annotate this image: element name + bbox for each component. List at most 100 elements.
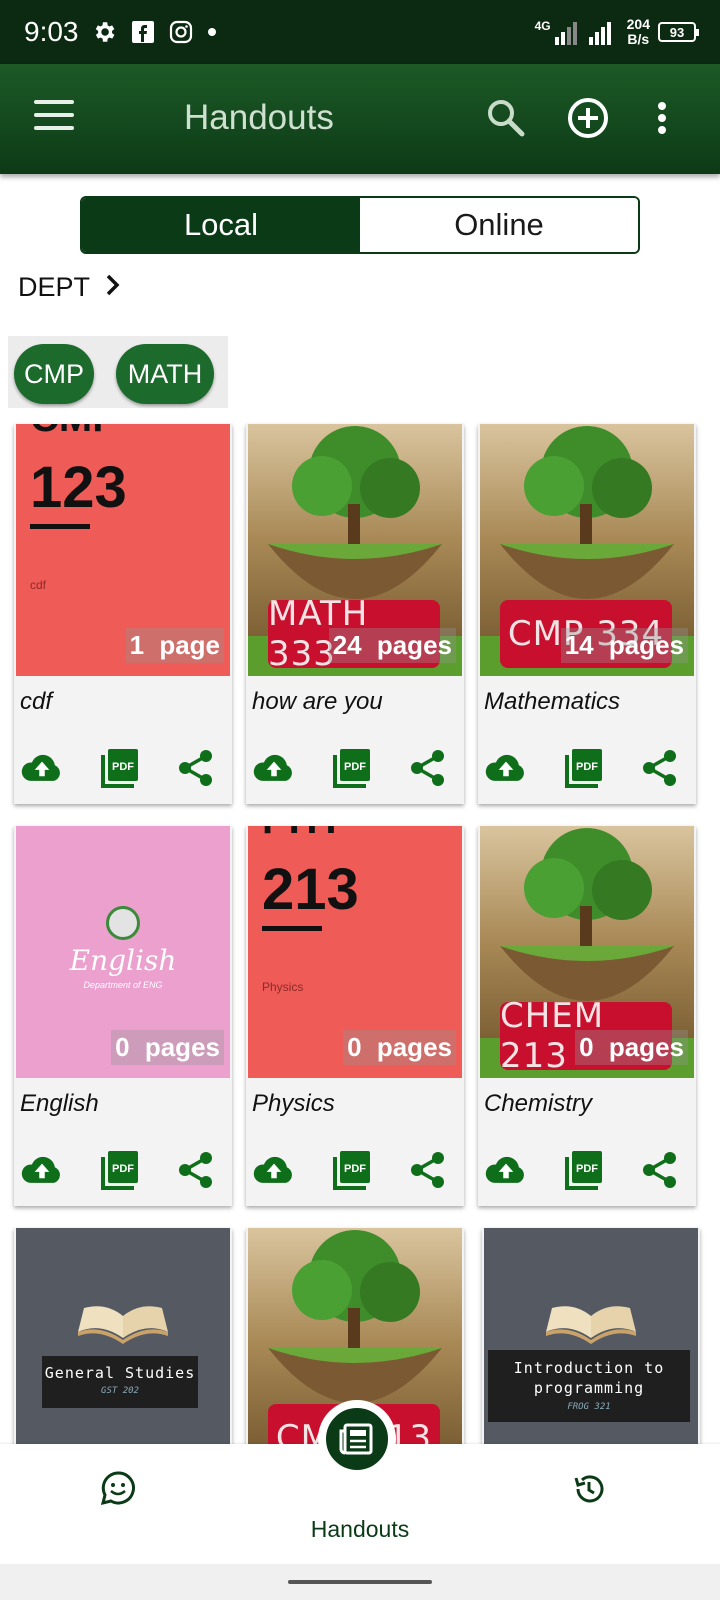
cover-title: General Studies: [44, 1364, 196, 1382]
nav-handouts-fab[interactable]: [318, 1400, 396, 1478]
chip-cmp[interactable]: CMP: [14, 344, 94, 404]
pdf-icon[interactable]: PDF: [330, 746, 374, 790]
network-speed: 204 B/s: [627, 17, 650, 47]
cloud-upload-icon[interactable]: [20, 1148, 64, 1192]
card-title: Mathematics: [484, 688, 621, 715]
pdf-icon[interactable]: PDF: [562, 746, 606, 790]
page-count: 0 pages: [343, 1030, 456, 1065]
card-title: Physics: [252, 1090, 335, 1117]
card-actions: PDF: [246, 746, 464, 790]
card-actions: PDF: [14, 746, 232, 790]
handout-card[interactable]: PHY 213 Physics 0 pages Physics PDF: [246, 826, 464, 1206]
department-seal-icon: [106, 906, 140, 940]
card-title: Chemistry: [484, 1090, 593, 1117]
cover-title-band: Introduction to programming FROG 321: [488, 1350, 690, 1422]
home-gesture-handle[interactable]: [288, 1580, 432, 1584]
cover-name: English: [69, 944, 177, 977]
nav-history[interactable]: [572, 1472, 606, 1506]
facebook-icon: [131, 20, 155, 44]
chevron-right-icon: [104, 272, 122, 303]
pdf-icon[interactable]: PDF: [330, 1148, 374, 1192]
tab-local[interactable]: Local: [82, 198, 360, 252]
pdf-icon[interactable]: PDF: [98, 1148, 142, 1192]
card-title: how are you: [252, 688, 383, 715]
cover-code: 123: [30, 455, 127, 520]
page-count-number: 14: [564, 630, 594, 660]
cover-image: English Department of ENG 0 pages: [16, 826, 230, 1078]
open-book-icon: [546, 1306, 636, 1344]
share-icon[interactable]: [406, 746, 450, 790]
app-title: Handouts: [184, 98, 334, 137]
gesture-bar: [0, 1564, 720, 1600]
cloud-upload-icon[interactable]: [484, 746, 528, 790]
svg-text:PDF: PDF: [576, 761, 598, 773]
nav-chat[interactable]: [100, 1470, 136, 1506]
cover-course-code: FROG 321: [567, 1402, 611, 1412]
cloud-upload-icon[interactable]: [484, 1148, 528, 1192]
cover-image: CMP 334 14 pages: [480, 424, 694, 676]
status-right: 4G 204 B/s 93: [534, 17, 699, 47]
page-count: 0 pages: [575, 1030, 688, 1065]
cover-image: PHY 213 Physics 0 pages: [248, 826, 462, 1078]
page-count: 24 pages: [328, 628, 456, 663]
share-icon[interactable]: [406, 1148, 450, 1192]
share-icon[interactable]: [174, 746, 218, 790]
share-icon[interactable]: [174, 1148, 218, 1192]
cloud-upload-icon[interactable]: [20, 746, 64, 790]
page-count-unit: page: [159, 630, 220, 660]
add-circle-icon[interactable]: [566, 96, 610, 140]
handout-card[interactable]: CMP 334 14 pages Mathematics PDF: [478, 424, 696, 804]
notification-dot-icon: [207, 27, 217, 37]
screen: 9:03 4G 204 B/s 93 Handouts Local Online…: [0, 0, 720, 1600]
menu-icon[interactable]: [34, 100, 74, 136]
app-bar: Handouts: [0, 64, 720, 174]
nav-handouts-label[interactable]: Handouts: [300, 1516, 420, 1543]
page-count-unit: pages: [608, 630, 684, 660]
svg-text:PDF: PDF: [344, 1163, 366, 1175]
cover-code-top: PHY: [262, 826, 344, 843]
battery-icon: 93: [658, 22, 699, 42]
card-actions: PDF: [246, 1148, 464, 1192]
cloud-upload-icon[interactable]: [252, 1148, 296, 1192]
handout-card[interactable]: CHEM 213 0 pages Chemistry PDF: [478, 826, 696, 1206]
cover-title: Introduction to programming: [513, 1359, 665, 1397]
share-icon[interactable]: [638, 746, 682, 790]
network-type: 4G: [534, 19, 551, 33]
more-vert-icon[interactable]: [652, 98, 672, 142]
search-icon[interactable]: [484, 96, 528, 140]
newspaper-icon: [339, 1423, 373, 1455]
cover-underline: [262, 926, 322, 931]
history-icon: [574, 1475, 604, 1503]
source-toggle: Local Online: [80, 196, 640, 254]
cover-underline: [30, 524, 90, 529]
tab-online[interactable]: Online: [360, 198, 638, 252]
chat-smile-icon: [100, 1471, 135, 1506]
handout-card[interactable]: MATH 333 24 pages how are you PDF: [246, 424, 464, 804]
cover-subtitle: cdf: [30, 578, 47, 592]
cloud-upload-icon[interactable]: [252, 746, 296, 790]
card-title: cdf: [20, 688, 53, 715]
net-speed-value: 204: [626, 16, 650, 32]
cover-image: MATH 333 24 pages: [248, 424, 462, 676]
card-actions: PDF: [478, 1148, 696, 1192]
instagram-icon: [169, 20, 193, 44]
svg-text:PDF: PDF: [576, 1163, 598, 1175]
svg-text:PDF: PDF: [112, 1163, 134, 1175]
page-count: 1 page: [125, 628, 224, 663]
page-count-unit: pages: [376, 630, 452, 660]
cover-subtitle: Department of ENG: [83, 980, 163, 990]
dept-breadcrumb[interactable]: DEPT: [18, 272, 122, 303]
page-count: 14 pages: [560, 628, 688, 663]
handout-card[interactable]: English Department of ENG 0 pages Englis…: [14, 826, 232, 1206]
pdf-icon[interactable]: PDF: [562, 1148, 606, 1192]
svg-text:PDF: PDF: [344, 761, 366, 773]
share-icon[interactable]: [638, 1148, 682, 1192]
dept-label: DEPT: [18, 272, 91, 302]
page-count-unit: pages: [376, 1032, 452, 1062]
chip-math[interactable]: MATH: [116, 344, 214, 404]
pdf-icon[interactable]: PDF: [98, 746, 142, 790]
page-count-number: 0: [579, 1032, 594, 1062]
page-count-unit: pages: [144, 1032, 220, 1062]
handout-card[interactable]: CMP 123 cdf 1 page cdf PDF: [14, 424, 232, 804]
cover-course-code: GST 202: [101, 1386, 139, 1396]
